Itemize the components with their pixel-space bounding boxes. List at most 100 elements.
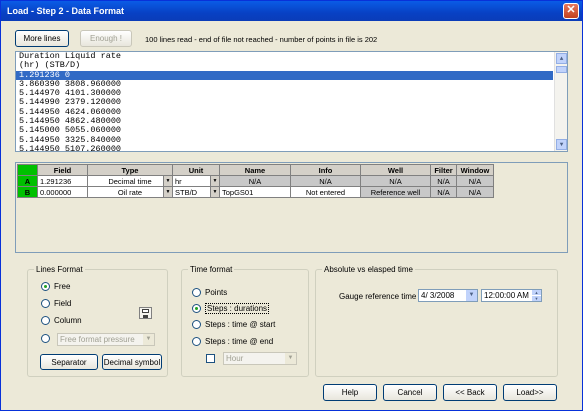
header-field: Field [37, 164, 88, 176]
unit-value: STB/D [175, 187, 198, 197]
radio-steps-start-label: Steps : time @ start [205, 320, 276, 329]
cancel-button[interactable]: Cancel [383, 384, 437, 401]
time-unit-select[interactable]: Hour ▼ [223, 352, 297, 365]
window-title: Load - Step 2 - Data Format [7, 6, 125, 16]
radio-icon [192, 288, 201, 298]
header-name: Name [219, 164, 291, 176]
preview-scrollbar[interactable]: ▲ ▼ [554, 52, 567, 151]
row-header-a[interactable]: A [17, 175, 38, 187]
chevron-down-icon[interactable]: ▼ [210, 187, 219, 197]
unit-value: hr [175, 176, 182, 186]
radio-icon [41, 334, 50, 344]
time-value: 12:00:00 AM [484, 291, 529, 300]
scroll-down-icon[interactable]: ▼ [556, 139, 567, 150]
back-button[interactable]: << Back [443, 384, 497, 401]
file-preview[interactable]: Duration Liquid rate (hr) (STB/D) 1.291236… [15, 51, 568, 152]
grid-header-row: Field Type Unit Name Info Well Filter Wi… [17, 164, 494, 176]
time-format-legend: Time format [190, 265, 233, 274]
separator-button[interactable]: Separator [40, 354, 98, 370]
header-filter: Filter [430, 164, 457, 176]
title-bar: Load - Step 2 - Data Format ✕ [1, 1, 582, 21]
format-preset-value: Free format pressure [60, 335, 135, 344]
absolute-elapsed-legend: Absolute vs elasped time [324, 265, 413, 274]
preview-line[interactable]: Duration Liquid rate [16, 52, 567, 61]
enough-button[interactable]: Enough ! [80, 30, 132, 47]
unit-select[interactable]: hr ▼ [172, 175, 220, 187]
header-type: Type [87, 164, 173, 176]
cell-name: N/A [219, 175, 291, 187]
gauge-reference-label: Gauge reference time [339, 292, 417, 301]
type-value: Oil rate [117, 187, 143, 197]
cell-well: N/A [360, 175, 431, 187]
preview-line[interactable]: (hr) (STB/D) [16, 60, 567, 70]
close-icon[interactable]: ✕ [563, 3, 579, 19]
table-row[interactable]: A 1.291236 Decimal time ▼ hr ▼ N/A N/A N/A… [17, 175, 494, 187]
time-unit-value: Hour [226, 354, 244, 363]
radio-icon [41, 316, 50, 326]
cell-filter: N/A [430, 175, 457, 187]
type-select[interactable]: Decimal time ▼ [87, 175, 173, 187]
load-dialog: Load - Step 2 - Data Format ✕ More lines… [0, 0, 583, 411]
cell-info: N/A [290, 175, 361, 187]
spin-down-icon[interactable]: ▼ [532, 296, 541, 301]
unit-select[interactable]: STB/D ▼ [172, 186, 220, 198]
chevron-down-icon[interactable]: ▼ [285, 353, 296, 364]
more-lines-button[interactable]: More lines [15, 30, 69, 47]
scroll-thumb[interactable] [556, 66, 567, 73]
type-value: Decimal time [108, 176, 152, 186]
column-table: Field Type Unit Name Info Well Filter Wi… [17, 164, 494, 198]
radio-field[interactable]: Field [41, 299, 71, 309]
grid-corner [17, 164, 38, 176]
radio-icon [192, 337, 201, 347]
status-text: 100 lines read - end of file not reached… [145, 35, 378, 44]
radio-steps-start[interactable]: Steps : time @ start [192, 320, 275, 330]
time-unit-checkbox[interactable] [206, 354, 215, 363]
radio-column-label: Column [54, 316, 82, 325]
radio-field-label: Field [54, 299, 72, 308]
radio-column[interactable]: Column [41, 316, 82, 326]
decimal-symbol-button[interactable]: Decimal symbol [102, 354, 162, 370]
date-value: 4/ 3/2008 [421, 291, 455, 300]
load-button[interactable]: Load>> [503, 384, 557, 401]
header-unit: Unit [172, 164, 220, 176]
absolute-elapsed-group: Absolute vs elasped time [315, 265, 558, 377]
table-row[interactable]: B 0.000000 Oil rate ▼ STB/D ▼ TopGS01 Not … [17, 186, 494, 198]
cell-filter: N/A [430, 186, 457, 198]
radio-selected-icon [41, 282, 50, 292]
preview-line[interactable]: 5.144950 5107.260000 [16, 144, 567, 151]
cell-field: 0.000000 [37, 186, 88, 198]
radio-selected-icon [192, 304, 201, 314]
chevron-down-icon[interactable]: ▼ [210, 176, 219, 186]
type-select[interactable]: Oil rate ▼ [87, 186, 173, 198]
radio-icon [41, 299, 50, 309]
cell-info[interactable]: Not entered [290, 186, 361, 198]
radio-steps-durations-label: Steps : durations [205, 303, 270, 314]
radio-steps-end-label: Steps : time @ end [205, 337, 274, 346]
chevron-down-icon[interactable]: ▼ [163, 176, 172, 186]
radio-points-label: Points [205, 288, 228, 297]
lines-format-legend: Lines Format [36, 265, 83, 274]
chevron-down-icon[interactable]: ▼ [143, 334, 154, 345]
header-window: Window [456, 164, 494, 176]
preview-lines: Duration Liquid rate (hr) (STB/D) 1.291236… [16, 52, 567, 151]
row-header-b[interactable]: B [17, 186, 38, 198]
scroll-up-icon[interactable]: ▲ [556, 53, 567, 64]
spin-up-icon[interactable]: ▲ [532, 290, 541, 295]
help-button[interactable]: Help [323, 384, 377, 401]
cell-window: N/A [456, 175, 494, 187]
chevron-down-icon[interactable]: ▼ [466, 290, 477, 301]
radio-steps-end[interactable]: Steps : time @ end [192, 337, 273, 347]
radio-free[interactable]: Free [41, 282, 70, 292]
chevron-down-icon[interactable]: ▼ [163, 187, 172, 197]
format-preset-select[interactable]: Free format pressure ▼ [57, 333, 155, 346]
date-picker[interactable]: 4/ 3/2008 ▼ [418, 289, 478, 302]
save-icon[interactable] [139, 307, 152, 319]
cell-well[interactable]: Reference well [360, 186, 431, 198]
radio-free-label: Free [54, 282, 71, 291]
radio-steps-durations[interactable]: Steps : durations [192, 303, 270, 314]
cell-name[interactable]: TopGS01 [219, 186, 291, 198]
cell-window: N/A [456, 186, 494, 198]
radio-points[interactable]: Points [192, 288, 227, 298]
time-picker[interactable]: 12:00:00 AM ▲ ▼ [481, 289, 542, 302]
radio-preset[interactable] [41, 334, 54, 344]
